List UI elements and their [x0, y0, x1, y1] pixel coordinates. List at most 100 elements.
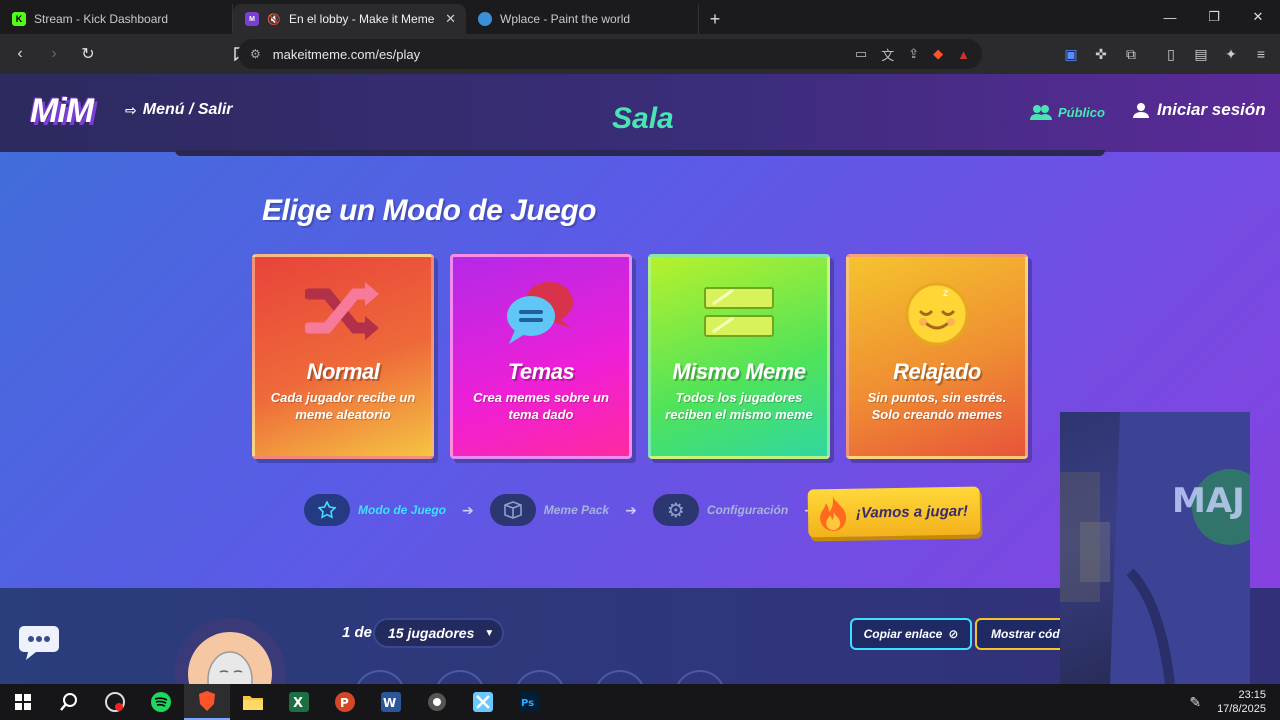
reload-icon[interactable]: ↻	[74, 40, 102, 68]
copy-link-button[interactable]: Copiar enlace ⊘	[850, 618, 972, 650]
star-icon[interactable]	[304, 494, 350, 526]
file-explorer-icon[interactable]	[230, 684, 276, 720]
brave-shields-icon[interactable]: ◆	[933, 46, 943, 62]
mode-card-mismo-meme[interactable]: Mismo Meme Todos los jugadores reciben e…	[648, 254, 830, 459]
menu-exit-link[interactable]: ⇨ Menú / Salir	[125, 101, 233, 119]
player-limit-value: 15 jugadores	[388, 625, 475, 641]
brave-browser-icon[interactable]	[184, 684, 230, 720]
gear-icon[interactable]: ⚙	[652, 494, 699, 526]
chrome-icon[interactable]	[414, 684, 460, 720]
clock[interactable]: 23:15 17/8/2025	[1217, 688, 1266, 716]
room-title: Sala	[612, 102, 674, 135]
step-game-mode[interactable]: Modo de Juego	[358, 503, 446, 517]
mode-name: Temas	[507, 359, 575, 384]
system-tray: ✎ 23:15 17/8/2025	[1189, 684, 1266, 720]
pen-icon[interactable]: ✎	[1189, 694, 1201, 711]
wallet-icon[interactable]: ▤	[1192, 46, 1210, 63]
search-icon[interactable]	[46, 684, 92, 720]
obs-icon[interactable]	[92, 684, 138, 720]
mode-card-relajado[interactable]: z Relajado Sin puntos, sin estrés. Solo …	[846, 254, 1028, 459]
tab-make-it-meme[interactable]: M 🔇 En el lobby - Make it Meme ✕	[233, 4, 466, 34]
visibility-toggle[interactable]: Público	[1030, 104, 1105, 120]
user-icon	[1133, 103, 1149, 118]
mode-name: Relajado	[893, 359, 981, 384]
login-button[interactable]: Iniciar sesión	[1133, 100, 1266, 120]
svg-text:X: X	[293, 696, 303, 711]
clock-time: 23:15	[1238, 689, 1266, 701]
mode-card-temas[interactable]: Temas Crea memes sobre un tema dado	[450, 254, 632, 459]
login-label: Iniciar sesión	[1157, 100, 1266, 119]
menu-icon[interactable]: ≡	[1252, 46, 1270, 62]
mim-icon: M	[245, 12, 259, 26]
share-icon[interactable]: ⇪	[908, 46, 919, 62]
step-meme-pack[interactable]: Meme Pack	[544, 503, 609, 517]
mode-name: Normal	[306, 359, 380, 384]
menu-exit-label: Menú / Salir	[142, 101, 233, 118]
leo-ai-icon[interactable]: ✦	[1222, 46, 1240, 63]
meme-pack-icon[interactable]	[489, 494, 536, 526]
photoshop-icon[interactable]: Ps	[506, 684, 552, 720]
equal-icon	[699, 277, 779, 347]
windows-start-icon[interactable]	[0, 684, 46, 720]
chat-bubbles-icon	[501, 277, 581, 347]
svg-text:W: W	[383, 696, 396, 710]
back-icon[interactable]: ‹	[6, 40, 34, 68]
screenshot-icon[interactable]: ⧉	[1122, 46, 1140, 63]
header-divider	[175, 150, 1105, 156]
close-tab-icon[interactable]: ✕	[445, 11, 456, 27]
browser-toolbar: ‹ › ↻ ⚙ makeitmeme.com/es/play ▭ 文 ⇪ ◆ ▲…	[0, 34, 1280, 74]
lets-play-label: ¡Vamos a jugar!	[855, 502, 969, 522]
brave-rewards-icon[interactable]: ▲	[957, 47, 970, 62]
translate-icon[interactable]: 文	[881, 45, 894, 64]
clock-date: 17/8/2025	[1217, 703, 1266, 715]
address-bar[interactable]: ⚙ makeitmeme.com/es/play ▭ 文 ⇪ ◆ ▲	[238, 39, 982, 69]
restore-icon[interactable]: ❐	[1192, 0, 1236, 34]
step-configuration[interactable]: Configuración	[707, 503, 788, 517]
close-window-icon[interactable]: ✕	[1236, 0, 1280, 34]
new-tab-button[interactable]: +	[699, 4, 731, 34]
extension-icons: ▣ ✜ ⧉ ▯ ▤ ✦ ≡	[1062, 34, 1270, 74]
kick-icon: K	[12, 12, 26, 26]
word-icon[interactable]: W	[368, 684, 414, 720]
exit-icon: ⇨	[125, 101, 137, 118]
link-icon: ⊘	[948, 627, 959, 641]
cast-icon[interactable]: ▭	[855, 46, 867, 62]
extensions-icon[interactable]: ✜	[1092, 46, 1110, 63]
window-controls: — ❐ ✕	[1148, 0, 1280, 34]
arrow-right-icon: ➔	[625, 501, 637, 518]
arrow-right-icon: ➔	[462, 501, 474, 518]
svg-text:P: P	[340, 696, 349, 710]
mode-description: Todos los jugadores reciben el mismo mem…	[665, 390, 813, 422]
tab-wplace[interactable]: Wplace - Paint the world	[466, 4, 699, 34]
forward-icon[interactable]: ›	[40, 40, 68, 68]
minimize-icon[interactable]: —	[1148, 0, 1192, 34]
chat-icon[interactable]	[18, 622, 60, 662]
tab-kick-dashboard[interactable]: K Stream - Kick Dashboard	[0, 4, 233, 34]
translate-extension-icon[interactable]: ▣	[1062, 46, 1080, 63]
users-icon	[1030, 105, 1052, 120]
muted-speaker-icon[interactable]: 🔇	[267, 12, 281, 26]
globe-icon	[478, 12, 492, 26]
player-limit-select[interactable]: 15 jugadores ▼	[373, 618, 504, 648]
excel-icon[interactable]: X	[276, 684, 322, 720]
player-slot	[354, 670, 406, 684]
spotify-icon[interactable]	[138, 684, 184, 720]
player-slot	[434, 670, 486, 684]
url-text: makeitmeme.com/es/play	[272, 46, 421, 62]
powerpoint-icon[interactable]: P	[322, 684, 368, 720]
visibility-label: Público	[1058, 104, 1105, 120]
svg-text:MAJ: MAJ	[1172, 481, 1245, 521]
sidebar-icon[interactable]: ▯	[1162, 46, 1180, 63]
mode-card-normal[interactable]: Normal Cada jugador recibe un meme aleat…	[252, 254, 434, 459]
tab-title: En el lobby - Make it Meme	[289, 12, 435, 26]
svg-text:z: z	[943, 288, 948, 299]
player-slot	[514, 670, 566, 684]
mode-description: Cada jugador recibe un meme aleatorio	[270, 390, 416, 422]
meme-face-avatar	[188, 632, 272, 684]
windows-taskbar: X P W Ps ✎ 23:15 17/8/2025	[0, 684, 1280, 720]
site-settings-icon[interactable]: ⚙	[250, 47, 261, 61]
address-bar-actions: ▭ 文 ⇪ ◆ ▲	[855, 39, 970, 69]
site-logo[interactable]: MiM	[30, 92, 94, 131]
capcut-icon[interactable]	[460, 684, 506, 720]
lets-play-button[interactable]: ¡Vamos a jugar!	[807, 486, 981, 538]
